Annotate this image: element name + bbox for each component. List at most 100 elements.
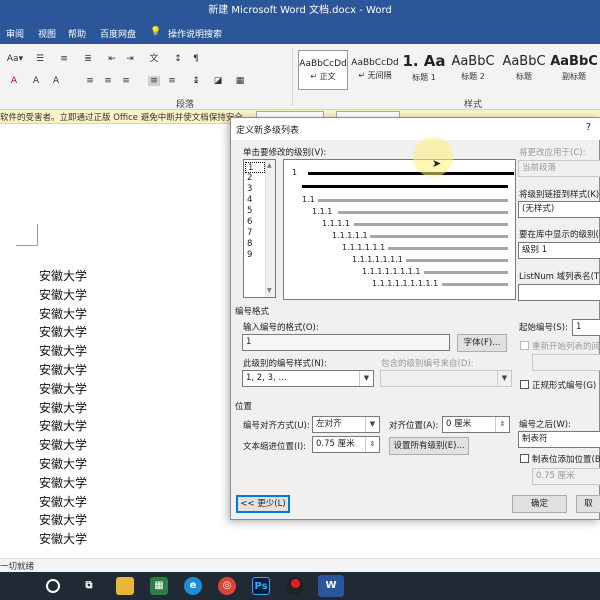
list-preview: 1 1.1 1.1.1 1.1.1.1 1.1.1.1.1 1.1.1.1.1.… bbox=[283, 159, 516, 300]
search-circle-icon[interactable] bbox=[46, 579, 60, 593]
style-name: ↵ 无间隔 bbox=[358, 71, 392, 80]
align-right-icon[interactable]: ≡ bbox=[120, 76, 132, 86]
tell-me-search[interactable]: 操作说明搜索 bbox=[168, 27, 222, 40]
borders-icon[interactable]: ▦ bbox=[234, 76, 246, 86]
spinner-arrows-icon[interactable]: ⇕ bbox=[495, 417, 509, 432]
dialog-title-bar[interactable]: 定义新多级列表 ? bbox=[231, 118, 600, 140]
preview-row: 1.1.1.1.1.1.1 bbox=[352, 255, 512, 265]
chevron-down-icon[interactable]: ▼ bbox=[365, 417, 379, 432]
chevron-down-icon: ▼ bbox=[497, 371, 511, 386]
word-icon[interactable]: W bbox=[318, 575, 344, 597]
tab-stop-checkbox[interactable] bbox=[520, 454, 529, 463]
style-title[interactable]: AaBbC 标题 bbox=[500, 50, 548, 90]
number-style-dropdown[interactable]: 1, 2, 3, ... ▼ bbox=[242, 370, 374, 387]
taskbar: ⧉ ▦ e ◎ Ps W bbox=[0, 572, 600, 600]
less-button[interactable]: << 更少(L) bbox=[236, 495, 290, 513]
gallery-level-dropdown[interactable]: 级别 1 bbox=[518, 242, 600, 259]
record-icon[interactable] bbox=[286, 577, 304, 595]
legal-numbering-checkbox[interactable] bbox=[520, 380, 529, 389]
style-no-spacing[interactable]: AaBbCcDd ↵ 无间隔 bbox=[350, 50, 400, 90]
level-item[interactable]: 4 bbox=[245, 195, 265, 206]
numbering-icon[interactable]: ≡ bbox=[58, 54, 70, 64]
aligned-at-spinner[interactable]: 0 厘米 ⇕ bbox=[442, 416, 510, 433]
style-subtitle[interactable]: AaBbC 副标题 bbox=[550, 50, 598, 90]
bullets-icon[interactable]: ☰ bbox=[34, 54, 46, 64]
document-body[interactable]: 安徽大学 安徽大学 安徽大学 安徽大学 安徽大学 安徽大学 安徽大学 安徽大学 … bbox=[39, 267, 87, 549]
paragraph-group-label: 段落 bbox=[176, 100, 195, 110]
font-color-icon[interactable]: A bbox=[8, 76, 20, 86]
start-at-spinner[interactable]: 1 bbox=[572, 319, 600, 336]
follow-number-dropdown[interactable]: 制表符 bbox=[518, 431, 600, 448]
font-button[interactable]: 字体(F)... bbox=[457, 334, 507, 352]
style-heading-2[interactable]: AaBbC 标题 2 bbox=[448, 50, 498, 90]
level-item[interactable]: 3 bbox=[245, 184, 265, 195]
tab-review[interactable]: 审阅 bbox=[6, 27, 24, 40]
preview-row: 1.1.1.1.1.1 bbox=[342, 243, 512, 253]
document-line: 安徽大学 bbox=[39, 400, 88, 415]
level-item[interactable]: 7 bbox=[245, 228, 265, 239]
preview-number: 1.1.1.1.1.1.1.1 bbox=[362, 267, 421, 276]
level-item[interactable]: 8 bbox=[245, 239, 265, 250]
justify-icon[interactable]: ≡ bbox=[148, 76, 160, 86]
listnum-field[interactable] bbox=[518, 284, 600, 301]
chevron-down-icon[interactable]: ▼ bbox=[359, 371, 373, 386]
level-item[interactable]: 9 bbox=[245, 250, 265, 261]
chinese-layout-icon[interactable]: 文 bbox=[148, 54, 160, 64]
document-line: 安徽大学 bbox=[39, 438, 88, 453]
photoshop-icon[interactable]: Ps bbox=[252, 577, 270, 595]
level-item[interactable]: 1 bbox=[245, 162, 265, 173]
alignment-dropdown[interactable]: 左对齐 ▼ bbox=[312, 416, 380, 433]
style-name: 标题 1 bbox=[412, 73, 436, 82]
preview-number: 1 bbox=[292, 168, 298, 177]
link-style-dropdown[interactable]: (无样式) bbox=[518, 201, 600, 218]
task-view-icon[interactable]: ⧉ bbox=[80, 577, 98, 595]
align-center-icon[interactable]: ≡ bbox=[102, 76, 114, 86]
preview-text-line bbox=[406, 259, 508, 262]
number-format-input[interactable]: 1 bbox=[242, 334, 450, 351]
style-heading-1[interactable]: 1. Aa 标题 1 bbox=[402, 50, 446, 90]
style-normal[interactable]: AaBbCcDd ↵ 正文 bbox=[298, 50, 348, 90]
document-line: 安徽大学 bbox=[39, 456, 88, 471]
level-list-scrollbar[interactable]: ▲ ▼ bbox=[265, 160, 275, 297]
set-all-levels-button[interactable]: 设置所有级别(E)... bbox=[389, 437, 469, 455]
preview-text-line bbox=[308, 172, 514, 175]
scroll-down-icon[interactable]: ▼ bbox=[267, 287, 272, 294]
preview-row: 1.1 bbox=[302, 195, 512, 205]
style-name: 标题 bbox=[516, 72, 532, 81]
multilevel-list-icon[interactable]: ≣ bbox=[82, 54, 94, 64]
char-border-icon[interactable]: A bbox=[50, 76, 62, 86]
mouse-pointer-icon: ➤ bbox=[432, 157, 442, 170]
spinner-arrows-icon[interactable]: ⇕ bbox=[365, 437, 379, 452]
help-icon[interactable]: ? bbox=[586, 122, 591, 133]
document-line: 安徽大学 bbox=[39, 513, 88, 528]
style-sample: AaBbCcDd bbox=[351, 58, 399, 68]
increase-indent-icon[interactable]: ⇥ bbox=[124, 54, 136, 64]
store-icon[interactable]: ▦ bbox=[150, 577, 168, 595]
file-explorer-icon[interactable] bbox=[116, 577, 134, 595]
preview-row: 1.1.1.1.1.1.1.1 bbox=[362, 267, 512, 277]
level-item[interactable]: 6 bbox=[245, 217, 265, 228]
tab-baidu-netdisk[interactable]: 百度网盘 bbox=[100, 27, 136, 40]
level-item[interactable]: 5 bbox=[245, 206, 265, 217]
cancel-button[interactable]: 取 bbox=[576, 495, 600, 513]
level-list[interactable]: 1 2 3 4 5 6 7 8 9 ▲ ▼ bbox=[243, 159, 276, 298]
edge-icon[interactable]: e bbox=[184, 577, 202, 595]
align-left-icon[interactable]: ≡ bbox=[84, 76, 96, 86]
chrome-icon[interactable]: ◎ bbox=[218, 577, 236, 595]
sort-icon[interactable]: ↕ bbox=[172, 54, 184, 64]
ok-button[interactable]: 确定 bbox=[512, 495, 567, 513]
show-marks-icon[interactable]: ¶ bbox=[190, 54, 202, 64]
tab-help[interactable]: 帮助 bbox=[68, 27, 86, 40]
shading-icon[interactable]: ◪ bbox=[212, 76, 224, 86]
text-effect-icon[interactable]: A bbox=[30, 76, 42, 86]
tab-view[interactable]: 视图 bbox=[38, 27, 56, 40]
preview-number: 1.1.1 bbox=[312, 207, 333, 216]
decrease-indent-icon[interactable]: ⇤ bbox=[106, 54, 118, 64]
level-item[interactable]: 2 bbox=[245, 173, 265, 184]
distributed-icon[interactable]: ≡ bbox=[166, 76, 178, 86]
text-indent-spinner[interactable]: 0.75 厘米 ⇕ bbox=[312, 436, 380, 453]
document-line: 安徽大学 bbox=[39, 269, 88, 283]
scroll-up-icon[interactable]: ▲ bbox=[267, 162, 272, 169]
line-spacing-icon[interactable]: ↨ bbox=[190, 76, 202, 86]
font-size-icon[interactable]: Aa▾ bbox=[6, 54, 24, 64]
